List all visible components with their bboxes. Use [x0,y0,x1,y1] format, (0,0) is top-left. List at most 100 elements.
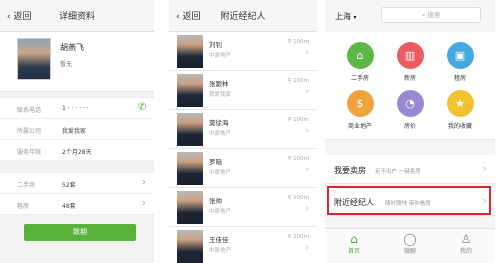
info-value: 我爱我家 [62,128,87,135]
info-row-service-years: 服务年限 2个月28天 [0,140,154,161]
caret-down-icon: ▾ [353,14,357,21]
page-title: 详细资料 [58,12,95,22]
distance-value: 100m [293,39,309,45]
listing-row-secondhand[interactable]: 二手房 52套 › [0,173,154,194]
info-row-phone[interactable]: 联系电话 1 · · · · · · ✆ [0,98,154,119]
agent-distance: ⚲ 100m [287,195,309,201]
distance-value: 100m [293,195,309,201]
agent-name: 王佳佳 [209,236,229,244]
phone-icon[interactable]: ✆ [138,102,147,114]
user-icon: ♙ [460,232,472,246]
tab-label: 微聊 [403,248,416,255]
agent-nickname: 暂无 [60,61,73,68]
agent-row[interactable]: 莫徐海中原地产 ⚲ 100m › [169,110,317,149]
money-bag-icon: $ [346,90,374,117]
sell-subtitle: 足不出户 一键卖房 [375,169,421,175]
call-button[interactable]: 致期 [24,224,136,241]
chat-icon: ◯ [403,232,417,246]
agent-company: 我爱我家 [209,92,232,98]
house-icon: ⌂ [346,42,374,69]
info-value: 2个月28天 [62,149,92,156]
agent-row[interactable]: 罗暗 中原地产 ⚲ 100m › [169,149,317,188]
category-building[interactable]: ▥ 新房 [385,42,435,82]
tab-home[interactable]: ⌂ 首页 [334,232,374,255]
listing-value: 48套 [62,203,76,210]
agent-company: 中原地产 [209,209,232,215]
agent-row[interactable]: 张跟林我爱我家 ⚲ 100m › [169,71,317,110]
listing-row-rent[interactable]: 租房 48套 › [0,194,154,215]
category-label: 租房 [453,75,466,82]
agent-company: 中原地产 [209,170,232,176]
agent-photo [177,152,203,185]
chevron-right-icon: › [305,126,309,136]
agent-name: 张跟林 [209,80,229,88]
category-chart[interactable]: ◔ 房价 [385,90,435,130]
location-pin-icon: ⚲ [287,195,292,201]
distance-value: 100m [293,78,309,84]
agent-photo [177,191,203,224]
agent-company: 中原地产 [209,248,232,254]
city-selector[interactable]: 上海 ▾ [335,11,357,22]
sell-house-row[interactable]: 我要卖房 足不出户 一键卖房 › [325,155,495,184]
tab-label: 我的 [459,248,472,255]
page-title: 附近经纪人 [220,12,266,22]
building-icon: ▥ [396,42,424,69]
agent-photo [177,230,203,263]
chevron-right-icon: › [305,243,309,253]
agent-distance: ⚲ 100m [287,78,309,84]
listing-value: 52套 [62,182,76,189]
chevron-right-icon: › [142,198,146,209]
home-icon: ⌂ [350,232,358,246]
highlight-box [327,186,491,215]
star-icon: ★ [446,90,474,117]
agent-company: 中原地产 [209,53,232,59]
agent-row[interactable]: 张帅中原地产 ⚲ 100m › [169,188,317,227]
location-pin-icon: ⚲ [287,156,292,162]
category-label: 二手房 [350,75,369,82]
category-grid: ⌂ 二手房 ▥ 新房 ▣ 租房 $ 商业地产 ◔ 房价 ★ 我的收藏 [325,32,495,140]
category-house[interactable]: ⌂ 二手房 [335,42,385,82]
location-pin-icon: ⚲ [287,117,292,123]
agent-row[interactable]: 刘钊 中原地产 ⚲ 100m › [169,32,317,71]
category-label: 商业地产 [347,123,372,130]
agent-name: 莫徐海 [209,119,229,127]
agent-photo [177,35,203,68]
category-money-bag[interactable]: $ 商业地产 [335,90,385,130]
avatar [17,38,51,80]
search-placeholder: 搜索 [427,11,441,19]
chevron-right-icon: › [305,48,309,58]
agent-distance: ⚲ 100m [287,156,309,162]
agent-list: 刘钊 中原地产 ⚲ 100m › 张跟林 我爱我家 ⚲ 100m › 莫徐海 中原地产 ⚲ 100m… [169,32,317,263]
agent-row[interactable]: 王佳佳中原地产 ⚲ 200m › [169,227,317,263]
listing-key: 二手房 [17,182,36,189]
top-bar: 上海 ▾ ⌕ 搜索 [325,0,495,32]
agent-name: 张帅 [209,197,222,205]
info-key: 所属公司 [17,128,42,135]
distance-value: 200m [293,234,309,240]
chevron-right-icon: › [142,177,146,188]
chevron-right-icon: › [305,204,309,214]
category-label: 新房 [403,75,416,82]
chevron-right-icon: › [482,162,487,175]
nav-bar: ‹ 返回 详细资料 [0,0,154,32]
agent-photo [177,74,203,107]
tab-chat[interactable]: ◯ 微聊 [390,232,430,255]
category-star[interactable]: ★ 我的收藏 [435,90,485,130]
location-pin-icon: ⚲ [287,78,292,84]
tab-label: 首页 [347,248,360,255]
agent-detail-screen: ‹ 返回 详细资料 胡燕飞 暂无 联系电话 1 · · · · · · ✆ 所属… [0,0,154,263]
info-key: 服务年限 [17,149,42,156]
category-label: 我的收藏 [447,123,472,130]
agent-distance: ⚲ 100m [287,39,309,45]
city-label: 上海 [335,12,351,21]
category-suitcase[interactable]: ▣ 租房 [435,42,485,82]
agent-company: 中原地产 [209,131,232,137]
chevron-right-icon: › [305,87,309,97]
search-input[interactable]: ⌕ 搜索 [381,7,481,23]
agent-distance: ⚲ 200m [287,234,309,240]
tab-user[interactable]: ♙ 我的 [446,232,486,255]
agent-photo [177,113,203,146]
agent-distance: ⚲ 100m [287,117,309,123]
location-pin-icon: ⚲ [287,39,292,45]
agent-name: 罗暗 [209,158,222,166]
